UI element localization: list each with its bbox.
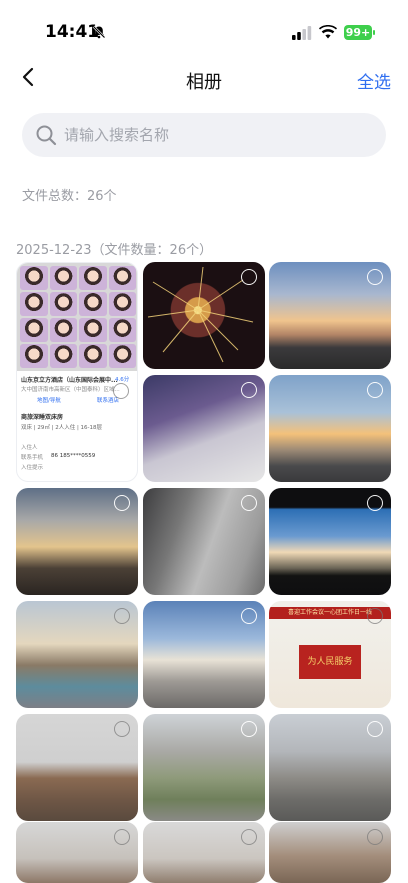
status-bar: 14:41 99+ [0, 0, 408, 54]
photo-tree-2[interactable] [143, 822, 265, 883]
select-circle[interactable] [114, 829, 130, 845]
wifi-icon [319, 25, 337, 39]
doc-guide-label: 入住提示 [21, 465, 44, 471]
select-circle[interactable] [367, 608, 383, 624]
photo-street-aerial[interactable] [269, 714, 391, 821]
photo-dusk-silhouette[interactable] [16, 488, 138, 595]
page-title: 相册 [186, 72, 222, 93]
select-circle[interactable] [241, 382, 257, 398]
select-circle[interactable] [114, 495, 130, 511]
photo-street-corner[interactable] [16, 601, 138, 708]
battery-level: 99+ [344, 25, 372, 40]
photo-sunset-hills[interactable] [269, 262, 391, 369]
search-input[interactable] [64, 113, 364, 157]
select-circle[interactable] [367, 721, 383, 737]
doc-nav-button: 地图/导航 [37, 398, 61, 404]
photo-bare-tree-house[interactable] [16, 714, 138, 821]
photo-blurred-window[interactable] [143, 375, 265, 482]
battery-tip [373, 30, 375, 35]
select-circle[interactable] [241, 495, 257, 511]
total-file-count: 文件总数：26个 [22, 189, 117, 204]
select-circle[interactable] [113, 383, 129, 399]
photo-sunset-city[interactable] [269, 375, 391, 482]
select-circle[interactable] [367, 829, 383, 845]
search-icon [36, 125, 57, 146]
select-circle[interactable] [367, 382, 383, 398]
select-circle[interactable] [367, 495, 383, 511]
select-circle[interactable] [241, 608, 257, 624]
select-circle[interactable] [114, 608, 130, 624]
photo-station-stairs[interactable] [143, 488, 265, 595]
search-bar[interactable] [22, 113, 386, 157]
photo-stickers-doc[interactable]: 山东京立方酒店（山东国际会展中... 4.6分 大中国济南市高新区（中国泰科）区… [16, 262, 138, 482]
photo-buildings-sky[interactable] [143, 601, 265, 708]
doc-phone-value: 86 185****0559 [51, 453, 96, 459]
select-circle[interactable] [114, 721, 130, 737]
sticker-grid [17, 263, 137, 371]
select-circle[interactable] [241, 829, 257, 845]
doc-guest-label: 入住人 [21, 445, 38, 451]
date-group-header: 2025-12-23（文件数量：26个） [16, 243, 213, 258]
select-circle[interactable] [241, 269, 257, 285]
photo-fireworks[interactable] [143, 262, 265, 369]
select-circle[interactable] [241, 721, 257, 737]
doc-hotel-tag: 4.6分 [115, 377, 130, 383]
photo-red-banner-hall[interactable]: 喜迎工作会议一心团工作日一线 为人民服务 [269, 601, 391, 708]
photo-tree-1[interactable] [16, 822, 138, 883]
signal-icon [292, 26, 312, 40]
doc-section-title: 商旅深睡双床房 [21, 414, 64, 421]
select-circle[interactable] [367, 269, 383, 285]
banner-slogan: 为人民服务 [299, 645, 361, 679]
doc-room-desc: 双床 | 29㎡ | 2人入住 | 16-18层 [21, 425, 103, 431]
photo-courtyard-aerial[interactable] [143, 714, 265, 821]
photo-train-window[interactable] [269, 488, 391, 595]
select-all-button[interactable]: 全选 [357, 68, 391, 93]
photo-tree-3[interactable] [269, 822, 391, 883]
doc-phone-label: 联系手机 [21, 455, 44, 461]
bell-muted-icon [92, 25, 106, 39]
status-time: 14:41 [45, 22, 100, 42]
